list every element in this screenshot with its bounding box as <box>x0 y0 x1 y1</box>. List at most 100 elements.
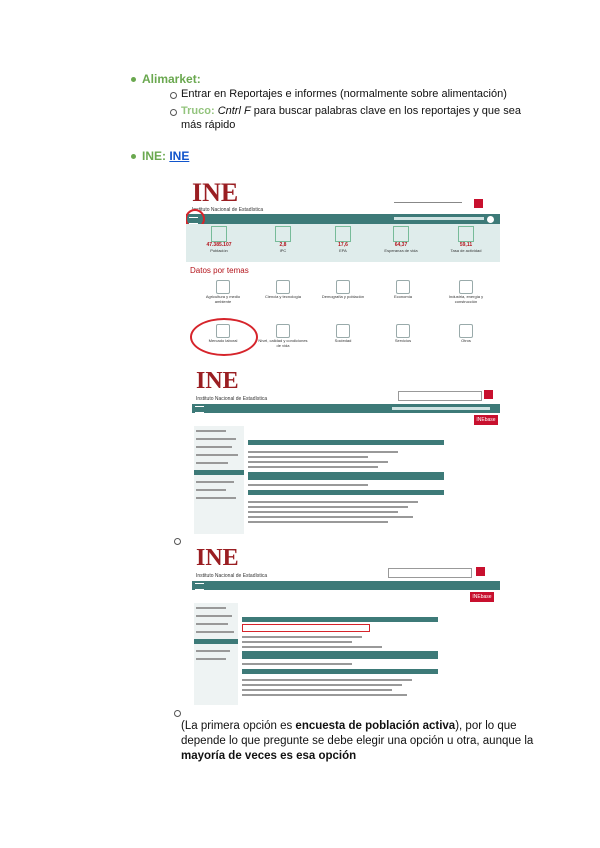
table-header <box>242 617 438 622</box>
conclusion-bold: encuesta de población activa <box>295 720 456 732</box>
tile[interactable]: Demografía y población <box>318 280 368 299</box>
industry-icon <box>459 280 473 294</box>
tile[interactable]: Mercado laboral <box>198 324 248 343</box>
stats-row: 47.385.107 Población 2,8 IPC 17,6 EPA 64… <box>186 226 500 260</box>
search-input[interactable] <box>398 391 482 401</box>
tile-label: Servicios <box>394 338 412 343</box>
tip-text-2: más rápido <box>181 119 236 131</box>
sidebar <box>194 426 244 534</box>
menu-icon[interactable] <box>189 217 198 224</box>
population-icon <box>211 226 227 242</box>
inebase-badge[interactable]: INEbase <box>474 415 498 425</box>
living-icon <box>276 324 290 338</box>
tile[interactable]: Sociedad <box>318 324 368 343</box>
alimarket-heading: Alimarket: <box>142 72 201 86</box>
ipc-icon <box>275 226 291 242</box>
search-button[interactable] <box>484 390 493 399</box>
ine-subtitle: Instituto Nacional de Estadística <box>196 396 268 402</box>
ine-heading: INE: INE <box>142 149 189 163</box>
search-input[interactable] <box>388 568 472 578</box>
table-row[interactable] <box>248 484 368 486</box>
society-icon <box>336 324 350 338</box>
sub-bullet <box>170 92 177 99</box>
ine-logo: INE <box>192 178 239 207</box>
table-header <box>242 651 438 659</box>
stat-label: IPC <box>279 248 287 253</box>
tile-label: Economía <box>393 294 412 299</box>
epa-icon <box>335 226 351 242</box>
stat-esperanza: 64,37 Esperanza de vida <box>376 226 426 253</box>
conclusion-bold: mayoría de veces es esa opción <box>181 750 357 762</box>
tile-label: Otros <box>461 338 471 343</box>
conclusion-paragraph: (La primera opción es encuesta de poblac… <box>181 719 541 764</box>
nav-links <box>392 407 490 410</box>
tip-text: para buscar palabras clave en los report… <box>250 105 521 117</box>
epa-highlight-box[interactable] <box>242 624 370 632</box>
tile[interactable]: Economía <box>378 280 428 299</box>
alimarket-tip: Truco: Cntrl F para buscar palabras clav… <box>181 104 541 132</box>
stat-label: Tasa de actividad <box>450 248 482 253</box>
stat-poblacion: 47.385.107 Población <box>194 226 244 253</box>
tile-label: Ciencia y tecnología <box>264 294 302 299</box>
stat-epa: 17,6 EPA <box>318 226 368 253</box>
tile-row-2: Mercado laboral Nivel, calidad y condici… <box>186 318 500 358</box>
table-rows <box>248 498 444 526</box>
tile[interactable]: Ciencia y tecnología <box>258 280 308 299</box>
menu-icon[interactable] <box>195 406 204 413</box>
agriculture-icon <box>216 280 230 294</box>
tip-shortcut: Cntrl F <box>217 105 251 117</box>
people-icon <box>336 280 350 294</box>
gear-icon <box>459 324 473 338</box>
stat-ipc: 2,8 IPC <box>258 226 308 253</box>
search-button[interactable] <box>474 199 483 208</box>
conclusion-text: (La primera opción es <box>181 720 296 732</box>
tile-label: Demografía y población <box>321 294 365 299</box>
tile[interactable]: Agricultura y medio ambiente <box>198 280 248 304</box>
tile-row-1: Agricultura y medio ambiente Ciencia y t… <box>186 280 500 314</box>
stat-label: Esperanza de vida <box>384 248 418 253</box>
stat-label: EPA <box>339 248 347 253</box>
inebase-badge[interactable]: INEbase <box>470 592 494 602</box>
search-button[interactable] <box>476 567 485 576</box>
table-rows <box>248 448 444 471</box>
tile-label: Industria, energía y construcción <box>448 294 484 304</box>
table-rows <box>242 633 438 651</box>
nav-plus-icon[interactable] <box>487 216 494 223</box>
tile-label: Agricultura y medio ambiente <box>205 294 241 304</box>
tile[interactable]: Nivel, calidad y condiciones de vida <box>258 324 308 348</box>
menu-icon[interactable] <box>195 583 204 590</box>
ine-homepage-screenshot: INE Instituto Nacional de Estadística 47… <box>186 176 500 368</box>
tile[interactable]: Industria, energía y construcción <box>438 280 494 304</box>
services-icon <box>396 324 410 338</box>
alimarket-step-1: Entrar en Reportajes e informes (normalm… <box>181 88 507 100</box>
table-header <box>248 472 444 480</box>
sub-bullet <box>174 710 181 717</box>
ine-heading-label: INE: <box>142 149 166 163</box>
tip-label: Truco: <box>181 105 215 117</box>
stat-actividad: 59,11 Tasa de actividad <box>438 226 494 253</box>
labor-icon <box>216 324 230 338</box>
life-icon <box>393 226 409 242</box>
stat-label: Población <box>210 248 228 253</box>
ine-link[interactable]: INE <box>169 149 189 163</box>
ine-logo: INE <box>196 368 239 394</box>
table-header <box>248 440 444 445</box>
science-icon <box>276 280 290 294</box>
tile-label: Mercado laboral <box>208 338 238 343</box>
bullet-dot <box>131 77 136 82</box>
ine-logo: INE <box>196 545 239 571</box>
conclusion-text: ), por lo que <box>455 720 517 732</box>
sub-bullet <box>170 109 177 116</box>
table-rows <box>242 676 438 699</box>
table-row[interactable] <box>242 663 352 665</box>
ine-epa-screenshot: INE Instituto Nacional de Estadística IN… <box>192 545 500 707</box>
activity-icon <box>458 226 474 242</box>
search-input[interactable] <box>394 202 462 203</box>
tile[interactable]: Servicios <box>378 324 428 343</box>
table-header <box>248 490 444 495</box>
tile-label: Nivel, calidad y condiciones de vida <box>258 338 308 348</box>
tile[interactable]: Otros <box>438 324 494 343</box>
tile-label: Sociedad <box>334 338 352 343</box>
nav-links <box>394 217 484 220</box>
bullet-dot <box>131 154 136 159</box>
